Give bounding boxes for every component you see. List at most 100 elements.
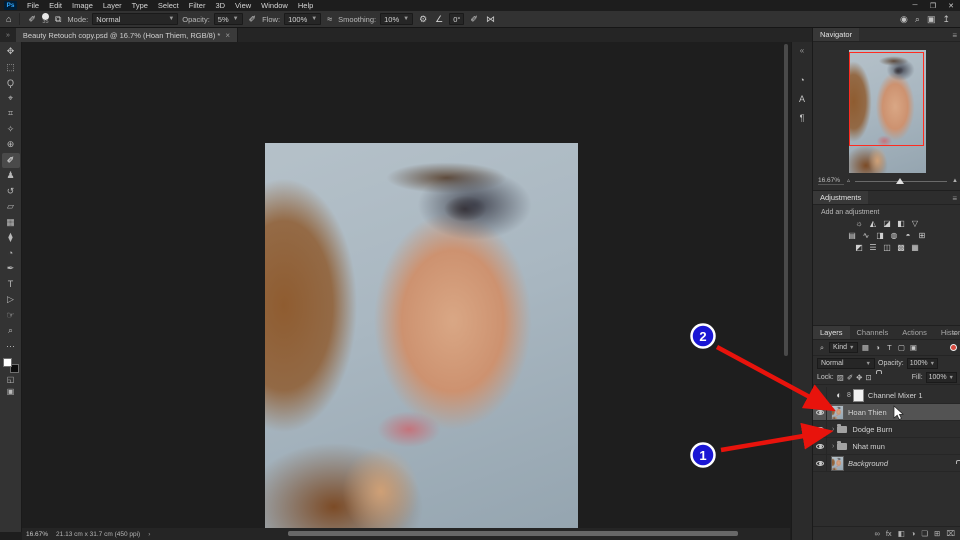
- screen-mode-button[interactable]: ▣: [2, 385, 20, 397]
- layer-visibility-toggle[interactable]: [813, 404, 827, 420]
- status-menu-arrow-icon[interactable]: ›: [148, 531, 150, 538]
- menu-select[interactable]: Select: [153, 1, 184, 10]
- close-button[interactable]: ✕: [942, 2, 960, 10]
- lock-artboard-icon[interactable]: ⊡: [865, 373, 871, 382]
- invert-adjustment-icon[interactable]: ◩: [854, 242, 865, 252]
- airbrush-icon[interactable]: ≈: [325, 14, 334, 24]
- layer-name[interactable]: Hoan Thien: [848, 408, 887, 417]
- panel-menu-icon[interactable]: ≡: [952, 329, 957, 338]
- layer-visibility-toggle[interactable]: [813, 421, 827, 437]
- layer-style-icon[interactable]: fx: [886, 529, 892, 538]
- layer-visibility-toggle[interactable]: [813, 438, 827, 454]
- filter-toggle-icon[interactable]: [950, 344, 957, 351]
- tab-actions[interactable]: Actions: [895, 326, 934, 339]
- delete-layer-icon[interactable]: ⌧: [946, 529, 955, 538]
- share-icon[interactable]: ↥: [942, 14, 950, 25]
- quick-mask-button[interactable]: ◱: [2, 373, 20, 385]
- gradient-tool[interactable]: ▦: [2, 215, 20, 231]
- layer-name[interactable]: Channel Mixer 1: [868, 391, 923, 400]
- menu-help[interactable]: Help: [293, 1, 318, 10]
- group-expand-caret[interactable]: ›: [832, 426, 834, 433]
- paragraph-panel-icon[interactable]: ¶: [794, 110, 811, 125]
- collapse-panels-icon[interactable]: «: [794, 43, 811, 58]
- navigator-view-box[interactable]: [849, 52, 924, 146]
- symmetry-icon[interactable]: ⋈: [484, 14, 497, 25]
- zoom-tool[interactable]: ⌕: [2, 323, 20, 339]
- exposure-adjustment-icon[interactable]: ◧: [896, 218, 907, 228]
- navigator-zoom-slider[interactable]: [855, 176, 947, 186]
- panel-menu-icon[interactable]: ≡: [952, 31, 957, 40]
- pressure-opacity-icon[interactable]: ✐: [247, 14, 259, 25]
- search-icon[interactable]: ⌕: [915, 14, 920, 25]
- type-tool[interactable]: T: [2, 277, 20, 293]
- brush-angle-input[interactable]: 0°: [449, 13, 464, 25]
- layer-name[interactable]: Background: [848, 459, 888, 468]
- clone-stamp-tool[interactable]: ♟: [2, 168, 20, 184]
- layer-visibility-toggle[interactable]: [813, 387, 827, 403]
- path-selection-tool[interactable]: ▷: [2, 292, 20, 308]
- group-expand-caret[interactable]: ›: [832, 443, 834, 450]
- tab-adjustments[interactable]: Adjustments: [813, 191, 868, 204]
- layer-row[interactable]: Hoan Thien: [813, 404, 960, 421]
- layer-thumbnail[interactable]: [831, 405, 844, 420]
- document-tab[interactable]: Beauty Retouch copy.psd @ 16.7% (Hoan Th…: [16, 28, 238, 42]
- new-group-icon[interactable]: ❏: [921, 529, 928, 538]
- more-tools[interactable]: ⋯: [2, 339, 20, 355]
- layer-row[interactable]: Background: [813, 455, 960, 472]
- curves-adjustment-icon[interactable]: ◪: [882, 218, 893, 228]
- filter-adjustment-layers-icon[interactable]: ◑: [872, 343, 882, 353]
- layer-row[interactable]: ◐8Channel Mixer 1: [813, 387, 960, 404]
- blur-tool[interactable]: ⧫: [2, 230, 20, 246]
- opacity-select[interactable]: 5%▼: [214, 13, 243, 25]
- history-brush-tool[interactable]: ↺: [2, 184, 20, 200]
- blend-mode-select[interactable]: Normal▼: [92, 13, 178, 25]
- navigator-thumbnail[interactable]: [849, 50, 926, 173]
- add-layer-mask-icon[interactable]: ◧: [898, 529, 905, 538]
- brush-preset-picker[interactable]: 35: [42, 13, 49, 26]
- link-layers-icon[interactable]: ∞: [874, 529, 879, 538]
- threshold-adjustment-icon[interactable]: ◫: [882, 242, 893, 252]
- menu-image[interactable]: Image: [67, 1, 98, 10]
- filter-pixel-layers-icon[interactable]: ▦: [860, 343, 870, 353]
- menu-window[interactable]: Window: [256, 1, 293, 10]
- navigator-zoom-field[interactable]: 16.67%: [818, 177, 844, 185]
- crop-tool[interactable]: ⌗: [2, 106, 20, 122]
- levels-adjustment-icon[interactable]: ◭: [868, 218, 879, 228]
- menu-edit[interactable]: Edit: [44, 1, 67, 10]
- brush-tool-icon[interactable]: ✐: [26, 14, 38, 25]
- marquee-tool[interactable]: ⬚: [2, 60, 20, 76]
- document-image[interactable]: [265, 143, 578, 528]
- tab-navigator[interactable]: Navigator: [813, 28, 859, 41]
- dodge-tool[interactable]: ◔: [2, 246, 20, 262]
- home-icon[interactable]: ⌂: [4, 14, 13, 24]
- status-zoom-level[interactable]: 16.67%: [26, 531, 48, 538]
- new-layer-icon[interactable]: ⊞: [934, 529, 940, 538]
- panel-menu-icon[interactable]: ≡: [952, 194, 957, 203]
- menu-filter[interactable]: Filter: [184, 1, 211, 10]
- layer-visibility-toggle[interactable]: [813, 455, 827, 471]
- filter-type-layers-icon[interactable]: T: [884, 343, 894, 353]
- menu-3d[interactable]: 3D: [210, 1, 230, 10]
- filter-smart-objects-icon[interactable]: ▣: [908, 343, 918, 353]
- move-tool[interactable]: ✥: [2, 44, 20, 60]
- menu-file[interactable]: File: [22, 1, 44, 10]
- layer-name[interactable]: Nhat mun: [852, 442, 885, 451]
- smoothing-gear-icon[interactable]: ⚙: [417, 14, 429, 25]
- object-selection-tool[interactable]: ⌖: [2, 91, 20, 107]
- zoom-in-icon[interactable]: ▲: [952, 178, 958, 184]
- adjustment-layer-icon[interactable]: ◐: [833, 390, 845, 400]
- posterize-adjustment-icon[interactable]: ☰: [868, 242, 879, 252]
- menu-type[interactable]: Type: [127, 1, 153, 10]
- horizontal-scrollbar[interactable]: [288, 531, 738, 536]
- lasso-tool[interactable]: Ϙ: [2, 75, 20, 91]
- workspace-switcher-icon[interactable]: ▣: [927, 14, 936, 25]
- healing-brush-tool[interactable]: ⊕: [2, 137, 20, 153]
- black-white-adjustment-icon[interactable]: ◨: [875, 230, 886, 240]
- pressure-size-icon[interactable]: ✐: [468, 14, 480, 25]
- gradient-map-adjustment-icon[interactable]: ▩: [896, 242, 907, 252]
- tab-overflow-chevron-icon[interactable]: »: [0, 32, 16, 42]
- menu-layer[interactable]: Layer: [98, 1, 127, 10]
- flow-select[interactable]: 100%▼: [284, 13, 321, 25]
- vertical-scrollbar[interactable]: [784, 44, 788, 356]
- foreground-color-swatch[interactable]: [3, 358, 12, 367]
